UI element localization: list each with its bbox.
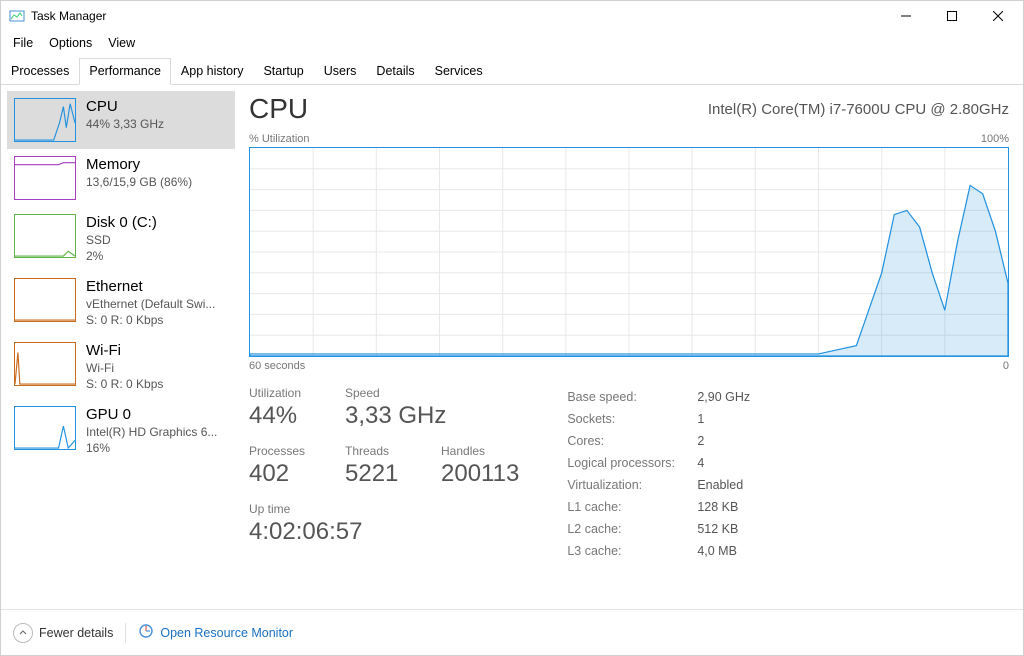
tab-users[interactable]: Users: [314, 58, 367, 85]
logical-label: Logical processors:: [567, 452, 697, 474]
close-button[interactable]: [975, 1, 1021, 31]
gpu-title: GPU 0: [86, 406, 217, 424]
tabbar: Processes Performance App history Startu…: [1, 57, 1023, 85]
uptime-value: 4:02:06:57: [249, 518, 519, 546]
memory-title: Memory: [86, 156, 192, 174]
utilization-value: 44%: [249, 402, 317, 430]
sidebar-item-memory[interactable]: Memory 13,6/15,9 GB (86%): [7, 149, 235, 207]
threads-value: 5221: [345, 460, 413, 488]
basespeed-label: Base speed:: [567, 386, 697, 408]
main-panel: CPU Intel(R) Core(TM) i7-7600U CPU @ 2.8…: [235, 85, 1023, 609]
open-resource-monitor-link[interactable]: Open Resource Monitor: [138, 623, 293, 642]
maximize-button[interactable]: [929, 1, 975, 31]
tab-processes[interactable]: Processes: [1, 58, 79, 85]
chart-top-labels: % Utilization 100%: [249, 133, 1009, 145]
tab-performance[interactable]: Performance: [79, 58, 171, 85]
app-icon: [9, 8, 25, 24]
sidebar-item-ethernet[interactable]: Ethernet vEthernet (Default Swi... S: 0 …: [7, 271, 235, 335]
logical-value: 4: [697, 452, 704, 474]
wifi-sub2: S: 0 R: 0 Kbps: [86, 376, 163, 392]
virt-value: Enabled: [697, 474, 743, 496]
handles-value: 200113: [441, 460, 519, 488]
footer: Fewer details Open Resource Monitor: [1, 609, 1023, 655]
gpu-sub1: Intel(R) HD Graphics 6...: [86, 424, 217, 440]
fewer-details-label: Fewer details: [39, 626, 113, 640]
memory-sub: 13,6/15,9 GB (86%): [86, 174, 192, 190]
cpu-title: CPU: [86, 98, 164, 116]
ethernet-sub1: vEthernet (Default Swi...: [86, 296, 215, 312]
disk-sub1: SSD: [86, 232, 157, 248]
cpu-model: Intel(R) Core(TM) i7-7600U CPU @ 2.80GHz: [708, 101, 1009, 118]
threads-label: Threads: [345, 444, 413, 458]
tab-app-history[interactable]: App history: [171, 58, 254, 85]
performance-sidebar: CPU 44% 3,33 GHz Memory 13,6/15,9 GB (86…: [1, 85, 235, 609]
menu-options[interactable]: Options: [41, 34, 100, 52]
gpu-sub2: 16%: [86, 440, 217, 456]
minimize-button[interactable]: [883, 1, 929, 31]
l2-label: L2 cache:: [567, 518, 697, 540]
tab-services[interactable]: Services: [425, 58, 493, 85]
wifi-thumbnail: [14, 342, 76, 386]
ethernet-sub2: S: 0 R: 0 Kbps: [86, 312, 215, 328]
sidebar-item-wifi[interactable]: Wi-Fi Wi-Fi S: 0 R: 0 Kbps: [7, 335, 235, 399]
chart-label-100: 100%: [981, 133, 1009, 145]
l1-value: 128 KB: [697, 496, 738, 518]
wifi-sub1: Wi-Fi: [86, 360, 163, 376]
cpu-utilization-chart[interactable]: [249, 147, 1009, 357]
sidebar-item-disk[interactable]: Disk 0 (C:) SSD 2%: [7, 207, 235, 271]
chart-label-60s: 60 seconds: [249, 360, 305, 372]
utilization-label: Utilization: [249, 386, 317, 400]
processes-label: Processes: [249, 444, 317, 458]
handles-label: Handles: [441, 444, 519, 458]
l1-label: L1 cache:: [567, 496, 697, 518]
titlebar[interactable]: Task Manager: [1, 1, 1023, 31]
open-resource-monitor-label: Open Resource Monitor: [160, 626, 293, 640]
ethernet-title: Ethernet: [86, 278, 215, 296]
footer-divider: [125, 623, 126, 643]
stats-right: Base speed:2,90 GHz Sockets:1 Cores:2 Lo…: [567, 386, 750, 562]
l3-label: L3 cache:: [567, 540, 697, 562]
sockets-value: 1: [697, 408, 704, 430]
tab-startup[interactable]: Startup: [253, 58, 313, 85]
sockets-label: Sockets:: [567, 408, 697, 430]
disk-title: Disk 0 (C:): [86, 214, 157, 232]
speed-value: 3,33 GHz: [345, 402, 446, 430]
window-title: Task Manager: [31, 9, 106, 23]
tab-details[interactable]: Details: [366, 58, 424, 85]
chart-label-util: % Utilization: [249, 133, 310, 145]
task-manager-window: Task Manager File Options View Processes…: [0, 0, 1024, 656]
memory-thumbnail: [14, 156, 76, 200]
l3-value: 4,0 MB: [697, 540, 737, 562]
chart-bottom-labels: 60 seconds 0: [249, 360, 1009, 372]
virt-label: Virtualization:: [567, 474, 697, 496]
cpu-sub: 44% 3,33 GHz: [86, 116, 164, 132]
fewer-details-button[interactable]: Fewer details: [13, 623, 113, 643]
stats-left: Utilization 44% Speed 3,33 GHz Processes…: [249, 386, 519, 562]
cores-label: Cores:: [567, 430, 697, 452]
ethernet-thumbnail: [14, 278, 76, 322]
chart-label-0: 0: [1003, 360, 1009, 372]
processes-value: 402: [249, 460, 317, 488]
disk-sub2: 2%: [86, 248, 157, 264]
uptime-label: Up time: [249, 502, 519, 516]
resource-monitor-icon: [138, 623, 154, 642]
menubar: File Options View: [1, 31, 1023, 55]
page-title: CPU: [249, 93, 308, 125]
menu-file[interactable]: File: [5, 34, 41, 52]
sidebar-item-cpu[interactable]: CPU 44% 3,33 GHz: [7, 91, 235, 149]
l2-value: 512 KB: [697, 518, 738, 540]
chevron-up-icon: [13, 623, 33, 643]
wifi-title: Wi-Fi: [86, 342, 163, 360]
window-controls: [883, 1, 1021, 31]
gpu-thumbnail: [14, 406, 76, 450]
speed-label: Speed: [345, 386, 446, 400]
sidebar-item-gpu[interactable]: GPU 0 Intel(R) HD Graphics 6... 16%: [7, 399, 235, 463]
menu-view[interactable]: View: [100, 34, 143, 52]
disk-thumbnail: [14, 214, 76, 258]
basespeed-value: 2,90 GHz: [697, 386, 750, 408]
cores-value: 2: [697, 430, 704, 452]
cpu-thumbnail: [14, 98, 76, 142]
